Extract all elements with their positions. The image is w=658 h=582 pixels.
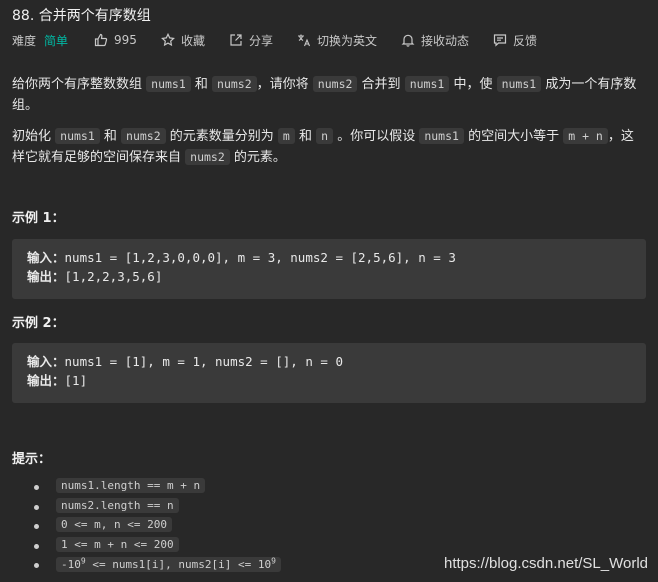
notify-label: 接收动态: [420, 33, 469, 48]
example-2-block: 输入：nums1 = [1], m = 1, nums2 = [], n = 0…: [12, 343, 646, 403]
bell-icon: [401, 33, 415, 47]
inline-code: nums2: [185, 149, 230, 165]
share-icon: [229, 33, 243, 47]
like-button[interactable]: 995: [94, 33, 137, 47]
example-1-output-label: 输出：: [27, 269, 65, 284]
notify-button[interactable]: 接收动态: [401, 32, 469, 49]
favorite-label: 收藏: [180, 33, 205, 48]
constraints-list: nums1.length == m + n nums2.length == n …: [12, 478, 281, 576]
like-count: 995: [114, 33, 137, 47]
problem-toolbar: 难度 简单 995 收藏 分享 切换为英文 接收动态 反馈: [12, 31, 561, 49]
constraint-item: nums2.length == n: [34, 497, 281, 518]
problem-title: 88. 合并两个有序数组: [12, 8, 151, 24]
translate-icon: [297, 33, 311, 47]
star-icon: [160, 33, 175, 47]
example-1-heading: 示例 1：: [12, 211, 65, 226]
thumbs-up-icon: [94, 33, 108, 47]
share-label: 分享: [248, 33, 273, 48]
constraint-item: 1 <= m + n <= 200: [34, 536, 281, 557]
inline-code: nums2: [121, 128, 166, 144]
inline-code: nums1: [55, 128, 100, 144]
inline-code: nums2: [312, 76, 358, 92]
inline-code: nums1: [419, 128, 464, 144]
switch-language-label: 切换为英文: [316, 33, 377, 48]
inline-code: nums1: [146, 76, 191, 92]
inline-code: nums1: [496, 76, 542, 92]
constraint-code: nums2.length == n: [56, 497, 179, 513]
problem-description: 给你两个有序整数数组 nums1 和 nums2 ，请你将 nums2 合并到 n…: [12, 74, 646, 168]
constraint-item: -109 <= nums1[i], nums2[i] <= 109: [34, 556, 281, 576]
feedback-icon: [493, 33, 507, 47]
difficulty-label: 难度: [12, 33, 37, 48]
example-1-input: nums1 = [1,2,3,0,0,0], m = 3, nums2 = [2…: [64, 250, 456, 265]
constraint-item: 0 <= m, n <= 200: [34, 517, 281, 537]
example-1-input-label: 输入：: [27, 250, 65, 265]
inline-code: nums2: [212, 76, 257, 92]
inline-code: m + n: [563, 128, 608, 144]
difficulty-badge: 简单: [44, 33, 69, 48]
example-1-block: 输入：nums1 = [1,2,3,0,0,0], m = 3, nums2 =…: [12, 239, 646, 299]
feedback-button[interactable]: 反馈: [493, 32, 537, 49]
example-2-input-label: 输入：: [27, 354, 65, 369]
inline-code: m: [277, 128, 295, 144]
description-paragraph-1: 给你两个有序整数数组 nums1 和 nums2 ，请你将 nums2 合并到 n…: [12, 76, 637, 113]
switch-language-button[interactable]: 切换为英文: [297, 32, 377, 49]
watermark: https://blog.csdn.net/SL_World: [443, 555, 648, 572]
description-paragraph-2: 初始化 nums1 和 nums2 的元素数量分别为 m 和 n 。你可以假设 …: [12, 128, 634, 165]
constraint-code: -109 <= nums1[i], nums2[i] <= 109: [56, 556, 281, 572]
example-2-input: nums1 = [1], m = 1, nums2 = [], n = 0: [64, 354, 343, 369]
inline-code: nums1: [404, 76, 450, 92]
tips-heading: 提示：: [12, 452, 52, 467]
example-1-output: [1,2,2,3,5,6]: [64, 269, 163, 284]
example-2-output-label: 输出：: [27, 373, 65, 388]
share-button[interactable]: 分享: [229, 32, 273, 49]
constraint-code: nums1.length == m + n: [56, 478, 206, 493]
favorite-button[interactable]: 收藏: [160, 32, 205, 49]
example-2-output: [1]: [64, 373, 88, 388]
feedback-label: 反馈: [513, 33, 538, 48]
inline-code: n: [316, 128, 334, 144]
example-2-heading: 示例 2：: [12, 316, 65, 331]
constraint-code: 1 <= m + n <= 200: [56, 536, 179, 552]
constraint-code: 0 <= m, n <= 200: [56, 517, 172, 532]
constraint-item: nums1.length == m + n: [34, 478, 281, 498]
